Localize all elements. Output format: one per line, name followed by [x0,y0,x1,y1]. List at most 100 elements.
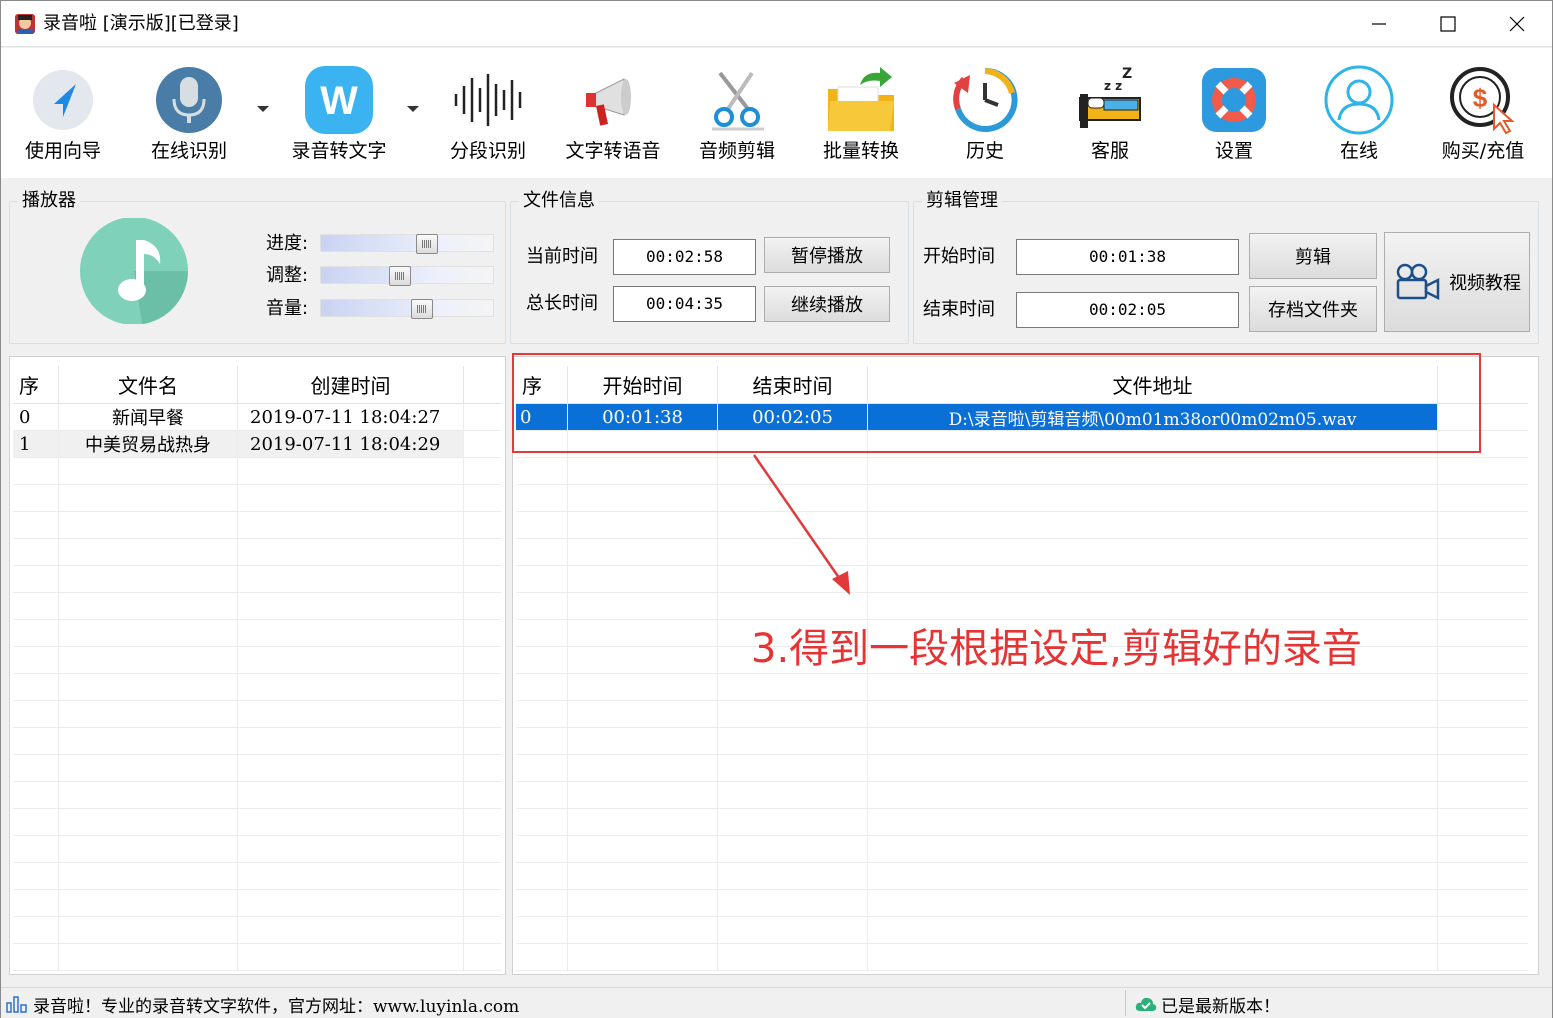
audio-to-text-dropdown-arrow-icon[interactable] [407,106,419,112]
annotation-text: 3.得到一段根据设定,剪辑好的录音 [751,626,1362,672]
pause-playback-button[interactable]: 暂停播放 [764,237,890,273]
table-row[interactable]: 1 中美贸易战热身 2019-07-11 18:04:29 [13,431,501,458]
toolbar-label: 批量转换 [822,140,899,162]
sleeping-bed-icon: z zZ [1072,62,1148,138]
progress-label: 进度: [266,233,309,254]
file-list-rows: 0 新闻早餐 2019-07-11 18:04:27 1 中美贸易战热身 201… [13,404,501,458]
music-note-icon [80,218,188,324]
user-circle-icon [1321,62,1397,138]
toolbar-customer-service-button[interactable]: z zZ 客服 [1050,58,1170,170]
file-list-empty-grid [13,458,501,971]
toolbar-label: 购买/充值 [1441,140,1525,162]
toolbar-label: 历史 [965,140,1004,162]
app-window: 录音啦 [演示版][已登录] 使用向导 在线识别 W 录音转文字 分段识别 文字… [0,0,1553,1018]
file-info-group: 文件信息 当前时间 00:02:58 暂停播放 总长时间 00:04:35 继续… [510,190,909,344]
svg-text:Z: Z [1122,66,1132,82]
current-time-field[interactable]: 00:02:58 [613,239,756,275]
toolbar-label: 使用向导 [24,140,101,162]
highlight-box [512,353,1481,453]
volume-slider[interactable] [320,299,494,319]
end-time-field[interactable]: 00:02:05 [1016,292,1239,328]
file-list-table: 序 文件名 创建时间 0 新闻早餐 2019-07-11 18:04:27 1 … [13,366,501,971]
maximize-button[interactable] [1413,1,1483,47]
close-icon [1509,16,1525,32]
toolbar-audio-to-text-button[interactable]: W 录音转文字 [279,58,399,170]
clip-list-empty-grid [516,431,1528,971]
toolbar-label: 在线 [1339,140,1378,162]
lifebuoy-icon [1196,62,1272,138]
clip-manager-group-title: 剪辑管理 [922,190,1002,212]
toolbar-audio-clip-button[interactable]: 音频剪辑 [677,58,797,170]
app-logo-icon [15,14,35,34]
history-clock-icon [947,62,1023,138]
status-message: 录音啦！专业的录音转文字软件，官方网址：www.luyinla.com [33,997,520,1017]
archive-folder-button[interactable]: 存档文件夹 [1249,286,1377,332]
toolbar-purchase-button[interactable]: $ 购买/充值 [1423,58,1543,170]
current-time-label: 当前时间 [526,246,598,267]
cell-index: 1 [13,431,59,458]
adjust-slider[interactable] [320,266,494,286]
folder-arrow-icon [823,62,899,138]
status-bar: 录音啦！专业的录音转文字软件，官方网址：www.luyinla.com 已是最新… [1,987,1552,1018]
video-camera-icon [1396,263,1440,301]
cell-filename: 新闻早餐 [59,404,238,431]
toolbar-label: 客服 [1090,140,1129,162]
column-header-filename[interactable]: 文件名 [59,366,238,404]
cell-filler [464,404,501,431]
close-button[interactable] [1482,1,1552,47]
start-time-field[interactable]: 00:01:38 [1016,239,1239,275]
table-row[interactable]: 0 新闻早餐 2019-07-11 18:04:27 [13,404,501,431]
start-time-label: 开始时间 [923,246,995,267]
microphone-icon [151,62,227,138]
resume-playback-button[interactable]: 继续播放 [764,286,890,322]
toolbar-settings-button[interactable]: 设置 [1174,58,1294,170]
progress-slider[interactable] [320,234,494,254]
status-separator [1125,990,1126,1016]
column-header-created-time[interactable]: 创建时间 [238,366,464,404]
column-header-index[interactable]: 序 [13,366,59,404]
toolbar-online-recognition-button[interactable]: 在线识别 [129,58,249,170]
maximize-icon [1440,16,1456,32]
annotation-arrow-icon [752,454,850,595]
volume-slider-thumb[interactable] [411,299,433,319]
cloud-check-icon [1135,997,1157,1011]
megaphone-icon [575,62,651,138]
window-title: 录音啦 [演示版][已登录] [43,13,239,34]
file-list-panel: 序 文件名 创建时间 0 新闻早餐 2019-07-11 18:04:27 1 … [9,356,506,975]
file-list-header: 序 文件名 创建时间 [13,366,501,404]
toolbar-label: 录音转文字 [291,140,387,162]
toolbar-label: 音频剪辑 [698,140,775,162]
online-recognition-dropdown-arrow-icon[interactable] [257,106,269,112]
player-group-title: 播放器 [18,190,80,212]
adjust-label: 调整: [266,265,309,286]
total-time-label: 总长时间 [526,293,598,314]
cell-filler [464,431,501,458]
minimize-button[interactable] [1344,1,1414,47]
end-time-label: 结束时间 [923,299,995,320]
toolbar-segment-recognition-button[interactable]: 分段识别 [428,58,548,170]
version-status: 已是最新版本！ [1161,997,1280,1017]
minimize-icon [1372,23,1386,25]
title-bar: 录音啦 [演示版][已登录] [1,1,1552,47]
svg-text:W: W [320,79,358,123]
toolbar-text-to-speech-button[interactable]: 文字转语音 [553,58,673,170]
video-tutorial-button[interactable]: 视频教程 [1384,232,1530,332]
toolbar-online-button[interactable]: 在线 [1299,58,1419,170]
total-time-field[interactable]: 00:04:35 [613,286,756,322]
cell-created-time: 2019-07-11 18:04:29 [238,431,464,458]
adjust-slider-thumb[interactable] [389,266,411,286]
clip-button[interactable]: 剪辑 [1249,233,1377,279]
dollar-coin-icon: $ [1445,62,1521,138]
toolbar-label: 在线识别 [150,140,227,162]
toolbar-guide-button[interactable]: 使用向导 [3,58,123,170]
toolbar-batch-convert-button[interactable]: 批量转换 [801,58,921,170]
toolbar-history-button[interactable]: 历史 [925,58,1045,170]
volume-label: 音量: [266,298,309,319]
toolbar-label: 设置 [1214,140,1253,162]
toolbar: 使用向导 在线识别 W 录音转文字 分段识别 文字转语音 音频剪辑 批量转换 历… [1,48,1552,178]
navigation-arrow-icon [25,62,101,138]
column-header-filler [464,366,501,404]
signal-bars-icon [6,996,27,1013]
progress-slider-thumb[interactable] [416,234,438,254]
toolbar-label: 文字转语音 [565,140,661,162]
